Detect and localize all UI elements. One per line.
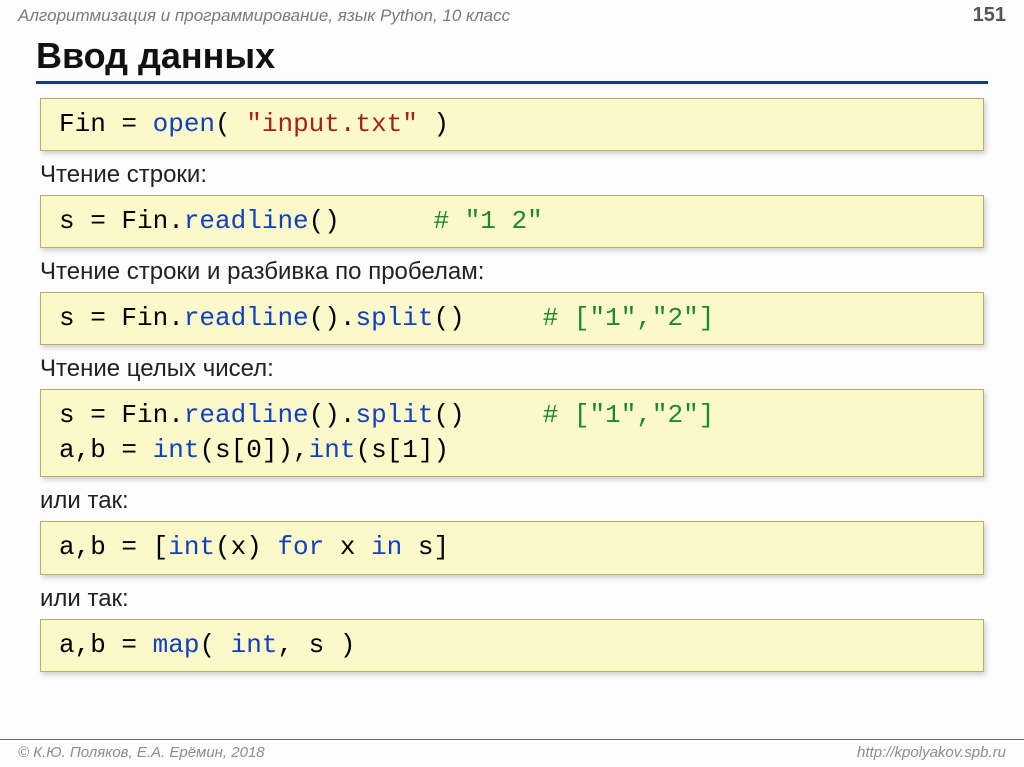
label-or-1: или так: [40,487,988,515]
course-title: Алгоритмизация и программирование, язык … [18,6,510,26]
label-read-line: Чтение строки: [40,161,988,189]
slide-content: Ввод данных Fin = open( "input.txt" ) Чт… [0,35,1024,672]
code-block-readline: s = Fin.readline() # "1 2" [40,195,984,248]
footer-url: http://kpolyakov.spb.ru [857,744,1006,761]
code-block-map: a,b = map( int, s ) [40,619,984,672]
slide-title: Ввод данных [36,35,988,77]
footer-bar: © К.Ю. Поляков, Е.А. Ерёмин, 2018 http:/… [0,739,1024,767]
copyright: © К.Ю. Поляков, Е.А. Ерёмин, 2018 [18,744,265,761]
label-read-ints: Чтение целых чисел: [40,355,988,383]
page-number: 151 [973,4,1006,27]
code-block-split: s = Fin.readline().split() # ["1","2"] [40,292,984,345]
title-rule [36,81,988,84]
code-block-open: Fin = open( "input.txt" ) [40,98,984,151]
code-block-listcomp: a,b = [int(x) for x in s] [40,521,984,574]
label-or-2: или так: [40,585,988,613]
label-read-split: Чтение строки и разбивка по пробелам: [40,258,988,286]
header-bar: Алгоритмизация и программирование, язык … [0,0,1024,29]
code-block-ints: s = Fin.readline().split() # ["1","2"] a… [40,389,984,477]
